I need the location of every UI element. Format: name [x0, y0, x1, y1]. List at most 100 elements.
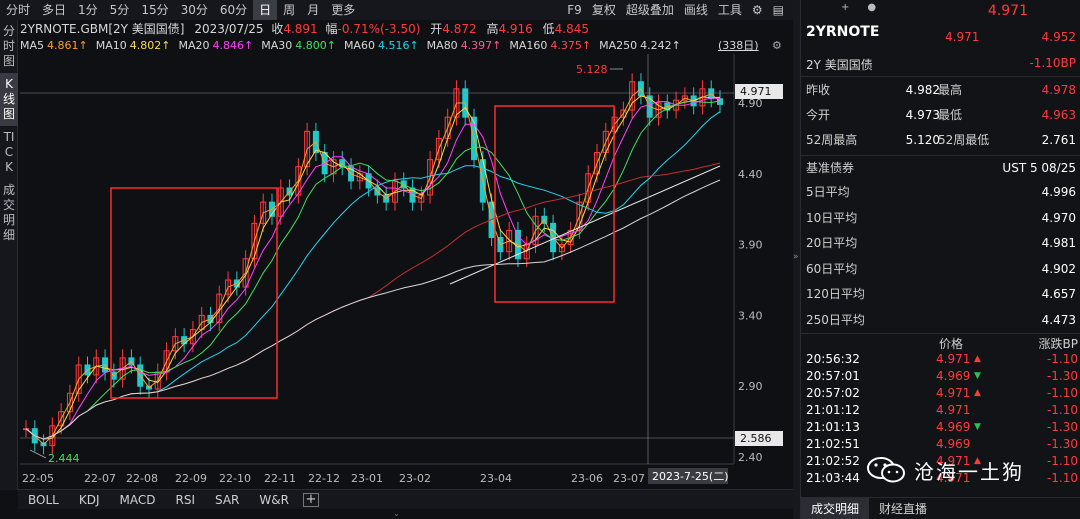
timeframe-tab[interactable]: 日: [253, 0, 278, 20]
timeframe-tab[interactable]: 15分: [135, 0, 174, 20]
arrow-up-icon: ▲: [974, 388, 981, 398]
wechat-icon: [867, 457, 905, 483]
average-row: 5日平均 4.996: [806, 180, 1076, 205]
bars-count[interactable]: (338日): [718, 38, 759, 54]
resize-handle[interactable]: ⌄: [0, 509, 793, 519]
y-tick-label: 2.40: [738, 451, 763, 464]
y-tick-label: 3.90: [738, 239, 763, 252]
average-value: 4.981: [1041, 236, 1076, 250]
indicator-tab[interactable]: MACD: [110, 490, 166, 510]
view-tab[interactable]: 成交明细: [0, 179, 18, 247]
panel-tabs: 成交明细 财经直播: [801, 497, 1080, 519]
trade-bp: -1.30: [1046, 369, 1078, 383]
ma-value: 4.242↑: [640, 39, 681, 52]
average-label: 10日平均: [806, 210, 858, 225]
average-value: 4.473: [1041, 312, 1076, 327]
trade-row: 20:57:01 4.969 ▼ -1.30: [806, 368, 1078, 385]
panel-tab[interactable]: 财经直播: [869, 498, 937, 519]
more-icon[interactable]: ▤: [768, 0, 789, 20]
settings-icon[interactable]: ⚙: [747, 0, 768, 20]
indicator-tab[interactable]: SAR: [205, 490, 249, 510]
timeframe-tab[interactable]: 分时: [0, 0, 36, 20]
trade-price: 4.969: [936, 420, 971, 434]
trade-time: 21:01:12: [806, 403, 860, 417]
quote-value: 4.973: [905, 108, 940, 122]
trade-bp: -1.10: [1046, 352, 1078, 366]
x-tick-label: 23-02: [399, 472, 431, 485]
indicator-tab[interactable]: RSI: [165, 490, 205, 510]
trades-header: 价格 涨跌BP: [801, 335, 1080, 351]
timeframe-tab[interactable]: 5分: [104, 0, 136, 20]
watermark: 沧海一土狗: [866, 455, 1024, 485]
indicator-tab[interactable]: W&R: [249, 490, 299, 510]
timeframe-tab[interactable]: 更多: [325, 0, 361, 20]
settings-icon[interactable]: ⚙: [772, 38, 782, 54]
add-icon[interactable]: +: [841, 2, 849, 13]
timeframe-bar: 分时 多日 1分 5分 15分 30分 60分日周月更多 F9 复权 超级叠加 画线 工具 ⚙ ▤: [0, 0, 793, 20]
ma-label: MA250: [599, 39, 638, 52]
bench-value: UST 5 08/25: [1002, 161, 1076, 175]
indicator-tab[interactable]: KDJ: [69, 490, 110, 510]
quote-value: 4.978: [1041, 83, 1076, 97]
quote-row: 52周最高 5.120 52周最低 2.761: [806, 128, 1076, 152]
bell-icon[interactable]: ●: [867, 2, 876, 13]
timeframe-tab[interactable]: 多日: [36, 0, 72, 20]
view-tab[interactable]: 分时图: [0, 20, 18, 73]
average-row: 20日平均 4.981: [806, 231, 1076, 256]
trade-time: 20:57:02: [806, 386, 860, 400]
timeframe-tab[interactable]: 周: [277, 0, 301, 20]
trade-bp: -1.10: [1046, 454, 1078, 468]
tool-button[interactable]: 复权: [587, 0, 621, 20]
quote-label: 52周最高: [806, 133, 858, 147]
change-value: -0.71%(-3.50): [337, 22, 421, 36]
ma-value: 4.802↑: [129, 39, 171, 52]
average-label: 5日平均: [806, 185, 850, 199]
view-tab[interactable]: K线图: [0, 73, 18, 126]
view-tab-label: K线图: [3, 77, 16, 121]
tool-button[interactable]: 超级叠加: [621, 0, 679, 20]
x-tick-label: 23-01: [351, 472, 383, 485]
quote-value: 5.120: [905, 133, 940, 147]
y-tick-label: 4.40: [738, 168, 763, 181]
change-bp: -1.10BP: [1029, 56, 1076, 70]
timeframe-tab[interactable]: 30分: [175, 0, 214, 20]
ma-label: MA5: [20, 39, 45, 52]
divider: [801, 333, 1080, 334]
add-indicator-button[interactable]: +: [302, 492, 319, 507]
ma-value: 4.800↑: [295, 39, 336, 52]
x-tick-label: 22-07: [84, 472, 116, 485]
trade-price: 4.969: [936, 369, 971, 383]
panel-divider[interactable]: »: [793, 0, 800, 519]
trade-time: 20:57:01: [806, 369, 860, 383]
quote-label: 最高: [938, 83, 963, 97]
price-secondary: 4.952: [1041, 30, 1076, 44]
x-tick-label: 22-09: [175, 472, 207, 485]
ma-value: 4.516↑: [377, 39, 419, 52]
open-value: 4.872: [442, 22, 477, 36]
ma-label: MA80: [426, 39, 458, 52]
average-label: 20日平均: [806, 236, 858, 250]
bench-row: 基准债券 UST 5 08/25: [806, 156, 1076, 180]
collapse-icon[interactable]: »: [793, 252, 799, 262]
tool-button[interactable]: F9: [562, 0, 587, 20]
tool-button[interactable]: 工具: [713, 0, 747, 20]
indicator-tab[interactable]: BOLL: [18, 490, 69, 510]
trade-row: 20:56:32 4.971 ▲ -1.10: [806, 351, 1078, 368]
average-row: 120日平均 4.657: [806, 282, 1076, 307]
timeframe-tab[interactable]: 月: [301, 0, 325, 20]
timeframe-tab[interactable]: 60分: [214, 0, 253, 20]
average-row: 10日平均 4.970: [806, 206, 1076, 231]
open-label: 开: [430, 22, 443, 36]
panel-tab[interactable]: 成交明细: [801, 498, 870, 519]
view-tab[interactable]: TICK: [0, 126, 18, 179]
tool-button[interactable]: 画线: [679, 0, 713, 20]
bench-label: 基准债券: [806, 161, 855, 175]
timeframe-tab[interactable]: 1分: [72, 0, 104, 20]
cursor-price-label: 4.971: [740, 85, 772, 98]
arrow-up-icon: ▲: [974, 354, 981, 364]
average-value: 4.657: [1041, 287, 1076, 301]
trade-price: 4.971: [936, 386, 971, 400]
kline-chart[interactable]: 4.904.403.903.402.902.4022-05 22-07 22-08 2…: [20, 54, 793, 489]
trade-bp: -1.30: [1046, 437, 1078, 451]
close-label: 收: [271, 22, 284, 36]
